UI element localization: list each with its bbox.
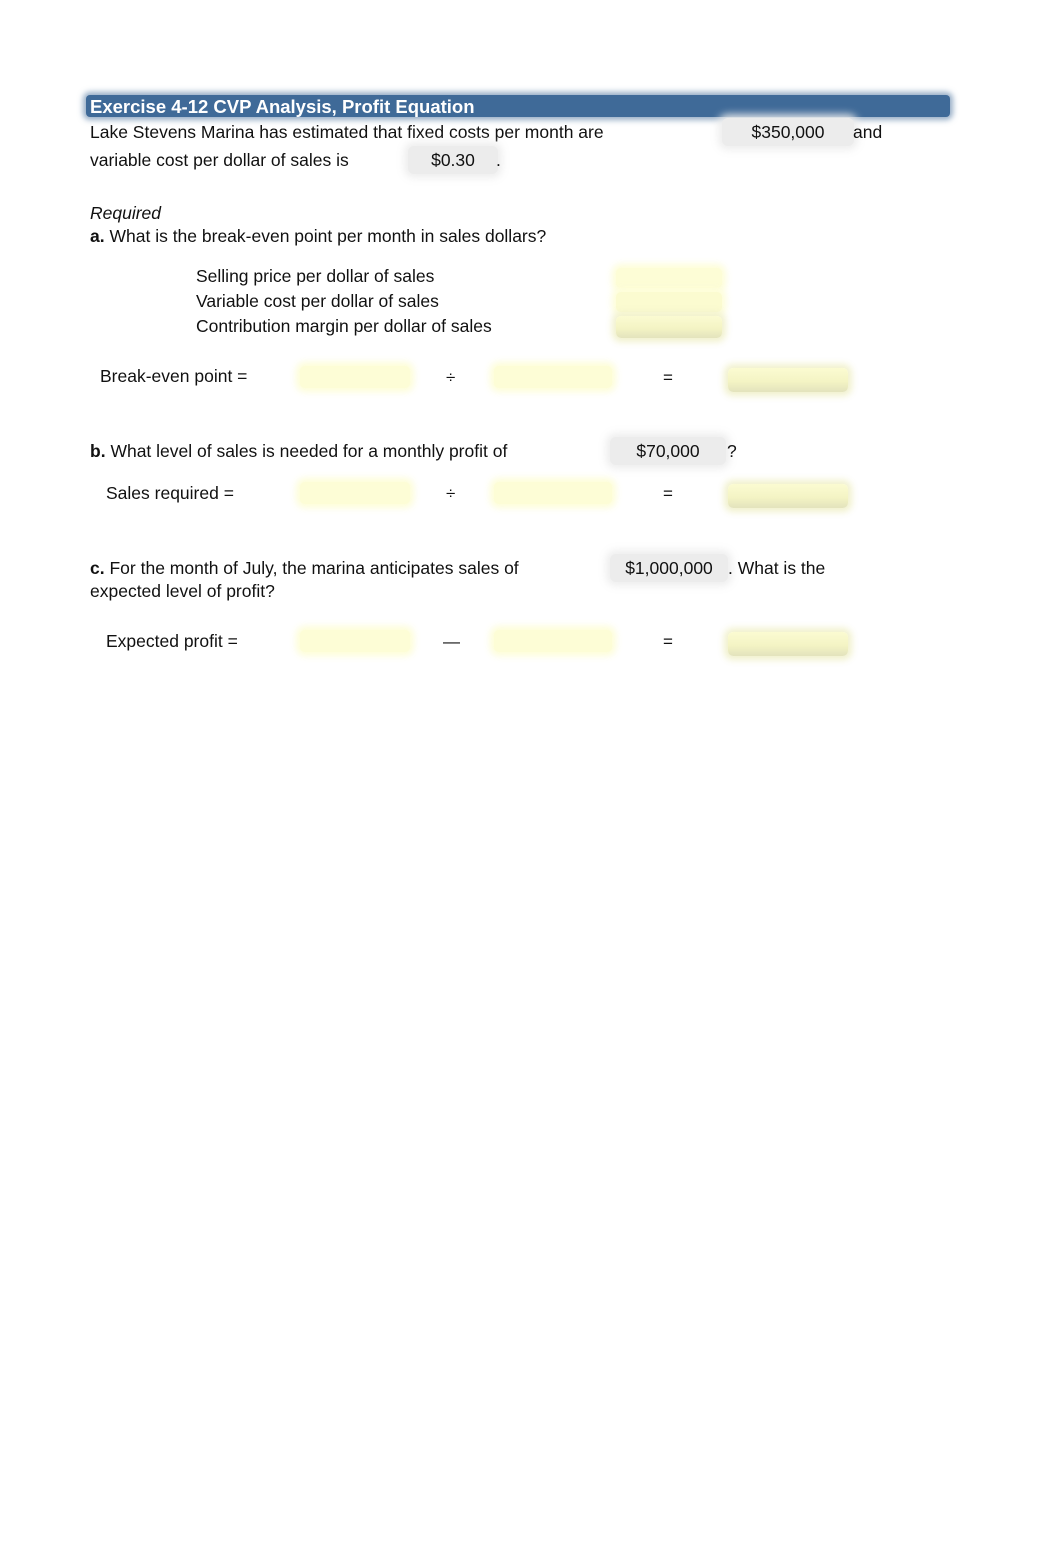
part-b-marker: b.: [90, 441, 106, 461]
break-even-result[interactable]: [728, 368, 848, 392]
part-a-question-text: What is the break-even point per month i…: [109, 226, 547, 246]
sales-required-result[interactable]: [728, 484, 848, 508]
divide-operator: ÷: [446, 368, 456, 387]
selling-price-input[interactable]: [616, 268, 722, 288]
anticipated-sales-value: $1,000,000: [625, 558, 713, 578]
break-even-input-1[interactable]: [300, 366, 410, 388]
intro-line-2: variable cost per dollar of sales is: [90, 150, 349, 170]
variable-cost-value: $0.30: [431, 150, 475, 170]
expected-profit-input-1[interactable]: [300, 630, 410, 652]
equals-sign: =: [663, 632, 673, 651]
target-profit-cell[interactable]: $70,000: [610, 437, 726, 465]
part-c-question-text: For the month of July, the marina antici…: [109, 558, 519, 578]
row-label-contribution-margin: Contribution margin per dollar of sales: [196, 316, 492, 336]
equals-sign: =: [663, 368, 673, 387]
sales-required-label: Sales required =: [106, 483, 234, 503]
part-a-marker: a.: [90, 226, 105, 246]
part-c-question-line-2: expected level of profit?: [90, 581, 275, 601]
part-c-question-cont: . What is the: [728, 558, 826, 578]
intro-line-1: Lake Stevens Marina has estimated that f…: [90, 122, 604, 142]
part-a-question: a. What is the break-even point per mont…: [90, 226, 546, 247]
fixed-costs-cell[interactable]: $350,000: [722, 118, 854, 146]
anticipated-sales-cell[interactable]: $1,000,000: [610, 554, 728, 582]
part-b-question: b. What level of sales is needed for a m…: [90, 441, 507, 462]
required-heading: Required: [90, 203, 162, 223]
expected-profit-result[interactable]: [728, 632, 848, 656]
intro-line-2-suffix: .: [496, 150, 501, 170]
sales-required-input-1[interactable]: [300, 482, 410, 504]
minus-operator: —: [443, 632, 460, 651]
row-label-selling-price: Selling price per dollar of sales: [196, 266, 435, 286]
part-b-question-text: What level of sales is needed for a mont…: [110, 441, 508, 461]
part-c-question: c. For the month of July, the marina ant…: [90, 558, 519, 579]
exercise-title: Exercise 4-12 CVP Analysis, Profit Equat…: [90, 96, 475, 117]
expected-profit-input-2[interactable]: [494, 630, 612, 652]
break-even-input-2[interactable]: [494, 366, 612, 388]
variable-cost-input[interactable]: [616, 292, 722, 312]
fixed-costs-value: $350,000: [751, 122, 825, 142]
break-even-label: Break-even point =: [100, 366, 248, 386]
equals-sign: =: [663, 484, 673, 503]
sales-required-input-2[interactable]: [494, 482, 612, 504]
intro-line-1-suffix: and: [853, 122, 883, 142]
part-b-suffix: ?: [727, 441, 737, 461]
part-c-marker: c.: [90, 558, 105, 578]
target-profit-value: $70,000: [636, 441, 700, 461]
variable-cost-cell[interactable]: $0.30: [408, 146, 498, 174]
divide-operator: ÷: [446, 484, 456, 503]
row-label-variable-cost: Variable cost per dollar of sales: [196, 291, 439, 311]
expected-profit-label: Expected profit =: [106, 631, 238, 651]
contribution-margin-input[interactable]: [616, 316, 722, 338]
